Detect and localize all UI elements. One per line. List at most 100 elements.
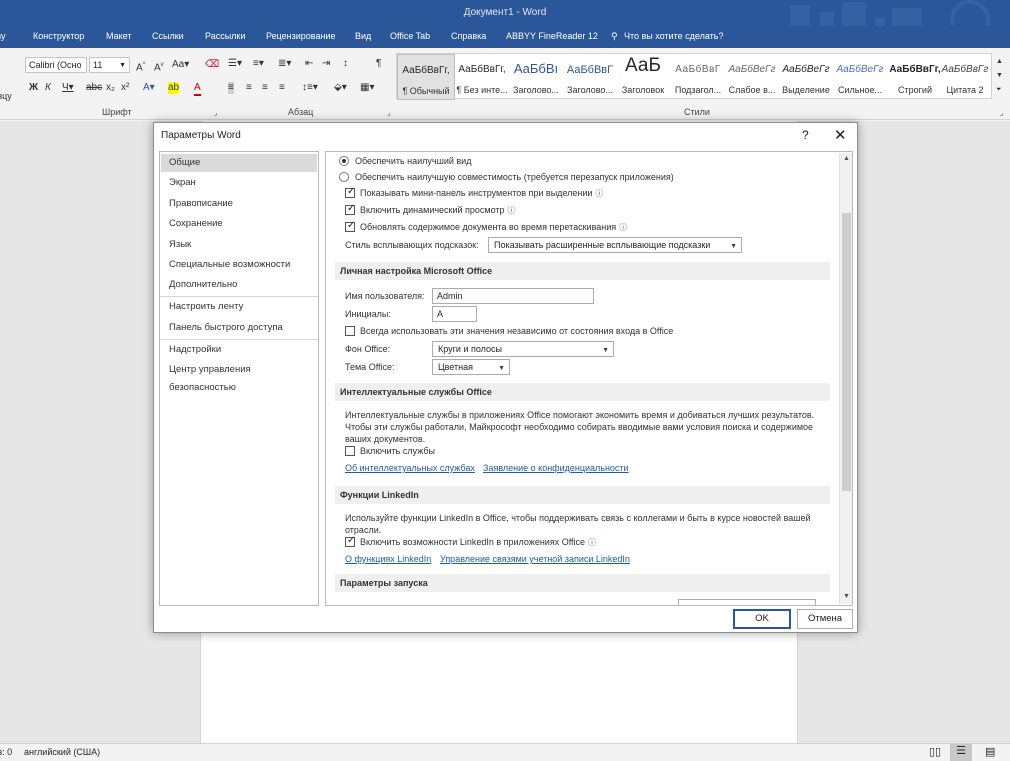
tab-mailings[interactable]: Рассылки: [205, 31, 245, 41]
style-normal[interactable]: АаБбВвГг, ¶ Обычный: [397, 54, 455, 100]
multilevel-list-icon[interactable]: ≣▾: [278, 58, 291, 70]
font-name-box[interactable]: Calibri (Осно: [25, 57, 87, 73]
nav-language[interactable]: Язык: [161, 236, 317, 254]
nav-proofing[interactable]: Правописание: [161, 195, 317, 213]
mini-toolbar-checkbox[interactable]: [345, 186, 355, 198]
style-quote2[interactable]: АаБбВвГг Цитата 2: [940, 54, 990, 100]
info-icon[interactable]: ⓘ: [508, 206, 516, 215]
style-strong[interactable]: АаБбВвГг, Строгий: [886, 54, 944, 100]
sort-icon[interactable]: ↕: [343, 58, 348, 70]
justify-icon[interactable]: ≡: [279, 82, 285, 94]
info-icon[interactable]: ⓘ: [595, 189, 603, 198]
tell-me-search[interactable]: Что вы хотите сделать?: [624, 31, 724, 41]
startup-select-partial[interactable]: [678, 599, 816, 605]
scroll-up-icon[interactable]: ▲: [843, 155, 850, 162]
radio-compatibility[interactable]: [339, 172, 349, 182]
username-input[interactable]: Admin: [432, 288, 594, 304]
numbering-icon[interactable]: ≡▾: [253, 58, 264, 70]
cancel-button[interactable]: Отмена: [797, 609, 853, 629]
info-icon[interactable]: ⓘ: [588, 538, 596, 547]
increase-indent-icon[interactable]: ⇥: [322, 58, 330, 70]
live-preview-checkbox[interactable]: [345, 203, 355, 215]
tooltip-style-select[interactable]: Показывать расширенные всплывающие подск…: [488, 237, 742, 253]
align-right-icon[interactable]: ≡: [262, 82, 268, 94]
word-count[interactable]: з: 0: [0, 747, 12, 757]
grow-font-icon[interactable]: A^: [136, 59, 146, 74]
styles-more-icon[interactable]: ⏷: [996, 84, 1002, 96]
about-linkedin-link[interactable]: О функциях LinkedIn: [345, 554, 431, 564]
about-intelligent-services-link[interactable]: Об интеллектуальных службах: [345, 463, 475, 473]
style-subtitle[interactable]: АаБбВвГ Подзагол...: [669, 54, 727, 100]
styles-scroll-down-icon[interactable]: ▼: [996, 70, 1003, 82]
font-size-box[interactable]: 11 ▼: [89, 57, 130, 73]
initials-input[interactable]: A: [432, 306, 477, 322]
office-background-select[interactable]: Круги и полосы ▼: [432, 341, 614, 357]
radio-best-view[interactable]: [339, 156, 349, 166]
borders-icon[interactable]: ▦▾: [360, 82, 374, 94]
ok-button[interactable]: OK: [733, 609, 791, 629]
shading-icon[interactable]: ⬙▾: [334, 82, 347, 94]
enable-services-checkbox[interactable]: [345, 446, 355, 456]
style-heading2[interactable]: АаБбВвГ Заголово...: [561, 54, 619, 100]
styles-scroll-up-icon[interactable]: ▲: [996, 56, 1003, 68]
info-icon[interactable]: ⓘ: [619, 223, 627, 232]
office-theme-select[interactable]: Цветная ▼: [432, 359, 510, 375]
always-use-checkbox[interactable]: [345, 326, 355, 336]
nav-save[interactable]: Сохранение: [161, 215, 317, 233]
superscript-icon[interactable]: x²: [121, 82, 129, 94]
tab-design[interactable]: Конструктор: [33, 31, 84, 41]
bold-icon[interactable]: Ж: [29, 82, 38, 94]
style-intense-emphasis[interactable]: АаБбВеГг Сильное...: [831, 54, 889, 100]
tab-references[interactable]: Ссылки: [152, 31, 184, 41]
subscript-icon[interactable]: x₂: [106, 82, 115, 94]
pilcrow-icon[interactable]: ¶: [376, 58, 381, 70]
tab-view[interactable]: Вид: [355, 31, 371, 41]
style-title[interactable]: АаБ Заголовок: [614, 54, 672, 100]
style-heading1[interactable]: АаБбВı Заголово...: [507, 54, 565, 100]
tab-partial[interactable]: зу: [0, 31, 6, 41]
web-layout-icon[interactable]: ▤: [985, 745, 995, 758]
tab-abbyy[interactable]: ABBYY FineReader 12: [506, 31, 598, 41]
highlight-icon[interactable]: ab: [168, 82, 180, 94]
strikethrough-icon[interactable]: abc: [86, 82, 102, 94]
align-left-icon[interactable]: ≡: [228, 82, 234, 94]
update-drag-checkbox[interactable]: [345, 220, 355, 232]
manage-linkedin-link[interactable]: Управление связями учетной записи Linked…: [440, 554, 630, 564]
content-scrollbar[interactable]: ▲ ▼: [839, 153, 852, 604]
italic-icon[interactable]: К: [45, 82, 51, 94]
style-emphasis[interactable]: АаБбВеГг Выделение: [777, 54, 835, 100]
nav-trust-center[interactable]: Центр управления безопасностью: [161, 361, 317, 393]
nav-quick-access[interactable]: Панель быстрого доступа: [161, 319, 317, 337]
align-center-icon[interactable]: ≡: [246, 82, 252, 94]
read-mode-icon[interactable]: ▯▯: [929, 745, 941, 758]
bullets-icon[interactable]: ☰▾: [228, 58, 242, 70]
nav-advanced[interactable]: Дополнительно: [161, 276, 317, 294]
enable-linkedin-checkbox[interactable]: [345, 535, 355, 547]
scrollbar-thumb[interactable]: [842, 213, 851, 491]
font-color-icon[interactable]: A: [194, 82, 201, 96]
tab-office-tab[interactable]: Office Tab: [390, 31, 430, 41]
paragraph-dialog-launcher-icon[interactable]: ⌟: [387, 108, 390, 120]
style-subtle-emphasis[interactable]: АаБбВеГг Слабое в...: [723, 54, 781, 100]
underline-icon[interactable]: Ч▾: [62, 82, 74, 94]
tab-help[interactable]: Справка: [451, 31, 486, 41]
nav-accessibility[interactable]: Специальные возможности: [161, 256, 317, 274]
change-case-icon[interactable]: Aa▾: [172, 59, 189, 71]
shrink-font-icon[interactable]: Av: [154, 59, 164, 74]
clear-format-icon[interactable]: ⌫: [205, 59, 219, 71]
help-icon[interactable]: ?: [802, 128, 809, 142]
nav-addins[interactable]: Надстройки: [161, 341, 317, 359]
tab-review[interactable]: Рецензирование: [266, 31, 336, 41]
decrease-indent-icon[interactable]: ⇤: [305, 58, 313, 70]
text-effects-icon[interactable]: A▾: [143, 82, 155, 94]
nav-general[interactable]: Общие: [161, 154, 317, 172]
nav-customize-ribbon[interactable]: Настроить ленту: [161, 298, 317, 316]
tab-layout[interactable]: Макет: [106, 31, 131, 41]
styles-dialog-launcher-icon[interactable]: ⌟: [1000, 108, 1003, 120]
nav-display[interactable]: Экран: [161, 174, 317, 192]
language-indicator[interactable]: английский (США): [24, 747, 100, 757]
font-dialog-launcher-icon[interactable]: ⌟: [214, 108, 217, 120]
style-no-spacing[interactable]: АаБбВвГг, ¶ Без инте...: [453, 54, 511, 100]
privacy-statement-link[interactable]: Заявление о конфиденциальности: [483, 463, 629, 473]
scroll-down-icon[interactable]: ▼: [843, 593, 850, 600]
